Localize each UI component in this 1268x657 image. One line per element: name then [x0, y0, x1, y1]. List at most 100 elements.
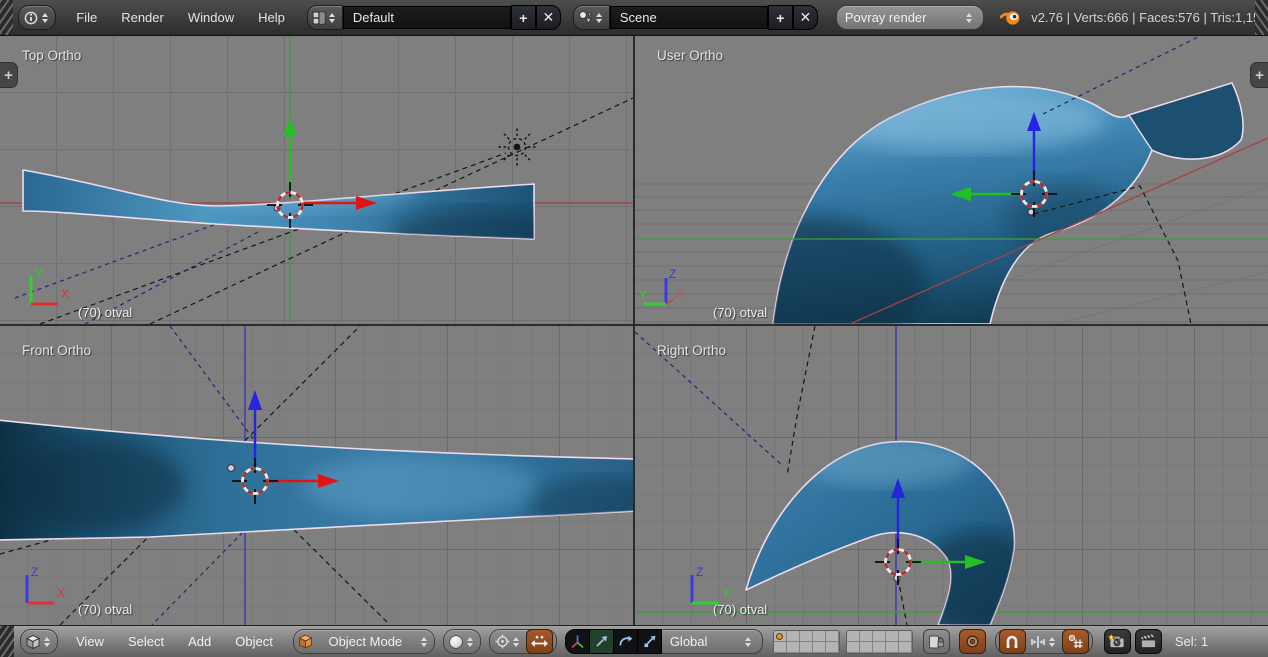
viewport-top-canvas[interactable] [0, 36, 633, 324]
proportional-edit-button[interactable] [959, 629, 986, 654]
layer-cell-7[interactable] [860, 631, 873, 642]
viewport-object-info: (70) otval [78, 602, 132, 617]
quad-view-area: + Top Ortho (70) otval Y X [0, 36, 1268, 625]
rotate-manipulator-button[interactable] [614, 630, 638, 653]
pivot-manipulator-group [489, 629, 557, 654]
updown-arrows-icon [596, 13, 602, 23]
camera-icon [1108, 634, 1126, 649]
transform-orientation-dropdown[interactable]: Global [662, 629, 763, 654]
layer-cell-18[interactable] [873, 642, 886, 653]
layers-widget [773, 630, 913, 653]
updown-arrows-icon [1049, 637, 1055, 647]
viewport-user-ortho: + User Ortho (70) otval Z Y X [635, 36, 1268, 324]
opengl-render-image-button[interactable] [1104, 629, 1131, 654]
layer-cell-8[interactable] [873, 631, 886, 642]
layout-name-field[interactable]: Default [343, 6, 511, 29]
layer-cell-4[interactable] [813, 631, 826, 642]
manipulator-axes-button[interactable] [566, 630, 590, 653]
menu-render[interactable]: Render [109, 10, 176, 25]
shading-sphere-icon [448, 634, 464, 650]
scale-arrow-icon [642, 634, 657, 649]
updown-arrows-icon [745, 637, 751, 647]
layout-browse-button[interactable] [307, 5, 343, 30]
viewport-label: Front Ortho [22, 343, 91, 358]
layer-cell-15[interactable] [826, 642, 839, 653]
layer-cell-3[interactable] [800, 631, 813, 642]
layer-cell-20[interactable] [899, 642, 912, 653]
updown-arrows-icon [513, 637, 519, 647]
properties-open-tab[interactable]: + [1250, 62, 1268, 88]
proportional-edit-donut-icon [965, 634, 980, 649]
layer-cell-2[interactable] [787, 631, 800, 642]
viewport-label: Right Ortho [657, 343, 726, 358]
layout-add-button[interactable]: + [511, 5, 536, 30]
layer-cell-10[interactable] [899, 631, 912, 642]
scene-selector: Scene + ✕ [573, 6, 818, 29]
orientation-value: Global [670, 634, 708, 649]
viewport-object-info: (70) otval [713, 602, 767, 617]
layer-cell-16[interactable] [847, 642, 860, 653]
window-resize-grip[interactable] [1255, 0, 1268, 35]
viewport-object-info: (70) otval [78, 305, 132, 320]
layer-cell-5[interactable] [826, 631, 839, 642]
snap-toggle-button[interactable] [999, 629, 1026, 654]
snap-element-dropdown[interactable] [1027, 630, 1061, 653]
layers-group-1 [773, 630, 840, 654]
render-engine-dropdown[interactable]: Povray render [836, 5, 985, 30]
layer-cell-11[interactable] [774, 642, 787, 653]
updown-arrows-icon [329, 13, 335, 23]
view3d-menus: View Select Add Object [64, 634, 285, 649]
menu-help[interactable]: Help [246, 10, 297, 25]
updown-arrows-icon [421, 637, 427, 647]
mode-dropdown[interactable]: Object Mode [293, 629, 435, 654]
opengl-render-animation-button[interactable] [1135, 629, 1162, 654]
editor-type-selector-info[interactable] [18, 5, 56, 30]
translate-manipulator-button[interactable] [590, 630, 614, 653]
scene-delete-button[interactable]: ✕ [793, 5, 818, 30]
menu-add[interactable]: Add [176, 634, 223, 649]
layer-cell-9[interactable] [886, 631, 899, 642]
pivot-point-dropdown[interactable] [492, 630, 525, 653]
layout-delete-button[interactable]: ✕ [536, 5, 561, 30]
scene-browse-button[interactable] [573, 5, 610, 30]
layer-cell-13[interactable] [800, 642, 813, 653]
menu-file[interactable]: File [64, 10, 109, 25]
viewport-user-canvas[interactable] [635, 36, 1268, 324]
3d-view-cube-icon [25, 634, 41, 650]
viewport-shading-dropdown[interactable] [443, 629, 481, 654]
info-icon [23, 10, 39, 26]
menu-window[interactable]: Window [176, 10, 246, 25]
selection-count: Sel: 1 [1175, 634, 1208, 649]
layer-cell-6[interactable] [847, 631, 860, 642]
scene-lock-button[interactable] [923, 629, 950, 654]
info-header: File Render Window Help Default + ✕ [0, 0, 1268, 36]
viewport-right-canvas[interactable] [635, 326, 1268, 625]
snap-group [995, 629, 1093, 654]
layer-cell-1[interactable] [774, 631, 787, 642]
updown-arrows-icon [966, 13, 972, 23]
viewport-object-info: (70) otval [713, 305, 767, 320]
scale-manipulator-button[interactable] [638, 630, 661, 653]
menu-select[interactable]: Select [116, 634, 176, 649]
toolshelf-open-tab[interactable]: + [0, 62, 18, 88]
layer-cell-17[interactable] [860, 642, 873, 653]
layer-cell-12[interactable] [787, 642, 800, 653]
layer-cell-19[interactable] [886, 642, 899, 653]
layer-active-dot [776, 633, 783, 640]
layer-cell-14[interactable] [813, 642, 826, 653]
window-resize-grip[interactable] [0, 626, 14, 657]
snap-target-button[interactable] [1062, 629, 1089, 654]
lock-icon [928, 634, 944, 650]
screen-layout-selector: Default + ✕ [307, 6, 561, 29]
menu-object[interactable]: Object [223, 634, 285, 649]
view3d-header: View Select Add Object Object Mode [0, 625, 1268, 657]
mode-value: Object Mode [328, 634, 402, 649]
editor-type-selector-3dview[interactable] [20, 629, 58, 654]
scene-name-field[interactable]: Scene [610, 6, 768, 29]
scene-add-button[interactable]: + [768, 5, 793, 30]
menu-view[interactable]: View [64, 634, 116, 649]
window-resize-grip[interactable] [0, 0, 13, 35]
layout-icon [312, 11, 326, 25]
viewport-front-canvas[interactable] [0, 326, 633, 625]
manipulator-toggle-button[interactable] [526, 629, 553, 654]
